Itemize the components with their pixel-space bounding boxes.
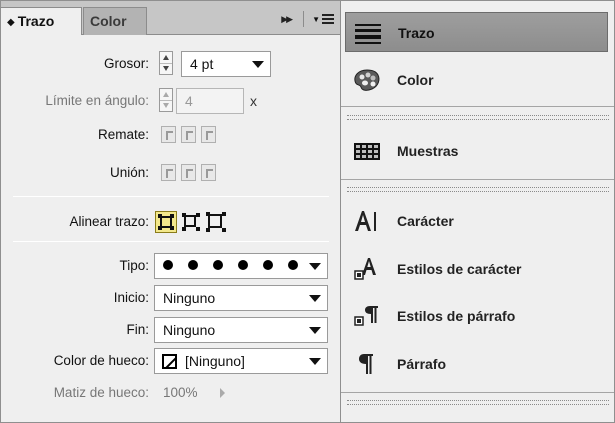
end-row: Fin: Ninguno [1,317,340,343]
weight-row: Grosor: 4 pt [1,51,340,77]
start-value: Ninguno [163,290,216,306]
stroke-icon [355,24,381,44]
join-row: Unión: [1,160,340,186]
align-center-icon[interactable] [155,211,177,233]
swatches-grid-icon [354,143,380,160]
tab-color[interactable]: Color [83,7,147,35]
tab-stroke[interactable]: ◆ Trazo [1,7,82,35]
dock-item-label: Párrafo [397,356,447,372]
panel-menu-icon[interactable]: ▼ [312,14,334,24]
butt-cap-icon[interactable] [161,126,176,143]
panel-tab-bar: ◆ Trazo Color ▶▶ ▼ [1,1,340,35]
chevron-right-icon[interactable] [220,388,225,398]
type-label: Tipo: [119,258,149,273]
toolbar-divider [303,11,305,27]
align-stroke-row: Alinear trazo: [1,209,340,235]
cap-label: Remate: [97,127,149,142]
bevel-join-icon[interactable] [201,164,216,181]
gap-color-row: Color de hueco: [Ninguno] [1,348,340,374]
start-row: Inicio: Ninguno [1,285,340,311]
miter-limit-value: 4 [185,93,193,109]
gap-tint-row: Matiz de hueco: 100% [1,380,340,406]
miter-limit-row: Límite en ángulo: 4 x [1,88,340,114]
dock-item-label: Color [397,72,434,88]
join-label: Unión: [109,165,149,180]
miter-limit-suffix: x [250,93,257,109]
weight-label: Grosor: [103,56,149,71]
collapse-arrows-icon[interactable]: ◆ [7,17,15,28]
section-divider [13,241,329,242]
none-swatch-icon [162,354,177,369]
tab-color-label: Color [90,13,127,29]
start-dropdown[interactable]: Ninguno [154,285,328,311]
dock-divider [341,392,614,393]
weight-stepper[interactable] [159,51,173,75]
dock-item-paragraph-styles[interactable]: Estilos de párrafo [345,296,608,336]
miter-limit-label: Límite en ángulo: [45,93,149,108]
dock-divider [341,106,614,107]
cap-buttons [161,126,216,143]
dock-divider [341,179,614,180]
dock-group-gripper[interactable] [347,115,609,120]
panel-tools: ▶▶ ▼ [281,10,334,28]
type-dropdown[interactable] [154,253,328,279]
tab-stroke-label: Trazo [17,13,55,29]
dock-item-color[interactable]: Color [345,60,608,100]
miter-join-icon[interactable] [161,164,176,181]
dock-item-character[interactable]: Carácter [345,201,608,241]
chevron-down-icon [309,358,321,365]
round-join-icon[interactable] [181,164,196,181]
dock-item-stroke[interactable]: Trazo [345,12,608,52]
end-value: Ninguno [163,322,216,338]
paragraph-styles-icon [354,306,378,326]
section-divider [13,196,329,197]
dock-item-label: Estilos de párrafo [397,308,516,324]
chevron-down-icon [309,327,321,334]
weight-value: 4 pt [190,56,214,72]
character-styles-icon [354,258,376,280]
stroke-panel: ◆ Trazo Color ▶▶ ▼ Grosor: 4 pt Límite en… [0,0,341,423]
character-icon [355,211,376,231]
align-stroke-buttons [155,211,227,233]
align-stroke-label: Alinear trazo: [69,214,149,229]
end-label: Fin: [126,322,149,337]
dock-item-swatches[interactable]: Muestras [345,131,608,171]
cap-row: Remate: [1,122,340,148]
panel-dock: Trazo Color Muestras Carácter Estilos de… [341,0,615,423]
align-inside-icon[interactable] [180,211,202,233]
align-outside-icon[interactable] [205,211,227,233]
miter-limit-stepper[interactable] [159,88,173,112]
round-cap-icon[interactable] [181,126,196,143]
dotted-stroke-preview [163,260,298,270]
paragraph-icon [359,354,373,374]
color-palette-icon [354,69,380,91]
dock-item-paragraph[interactable]: Párrafo [345,344,608,384]
chevron-down-icon [309,295,321,302]
dock-item-label: Estilos de carácter [397,261,522,277]
weight-dropdown[interactable]: 4 pt [181,51,271,77]
gap-color-dropdown[interactable]: [Ninguno] [154,348,328,374]
miter-limit-field[interactable]: 4 [176,88,244,114]
dock-item-label: Trazo [398,25,435,41]
dock-group-gripper[interactable] [347,400,609,405]
dock-item-label: Carácter [397,213,454,229]
start-label: Inicio: [113,290,149,305]
chevron-down-icon [252,61,264,68]
gap-tint-label: Matiz de hueco: [53,385,149,400]
end-dropdown[interactable]: Ninguno [154,317,328,343]
gap-color-label: Color de hueco: [53,353,149,368]
chevron-down-icon [309,263,321,270]
gap-tint-value[interactable]: 100% [163,380,198,406]
dock-item-character-styles[interactable]: Estilos de carácter [345,249,608,289]
join-buttons [161,164,216,181]
type-row: Tipo: [1,253,340,279]
projecting-cap-icon[interactable] [201,126,216,143]
gap-color-value: [Ninguno] [185,353,245,369]
dock-item-label: Muestras [397,143,459,159]
expand-double-arrow-icon[interactable]: ▶▶ [281,14,293,25]
dock-group-gripper[interactable] [347,187,609,192]
